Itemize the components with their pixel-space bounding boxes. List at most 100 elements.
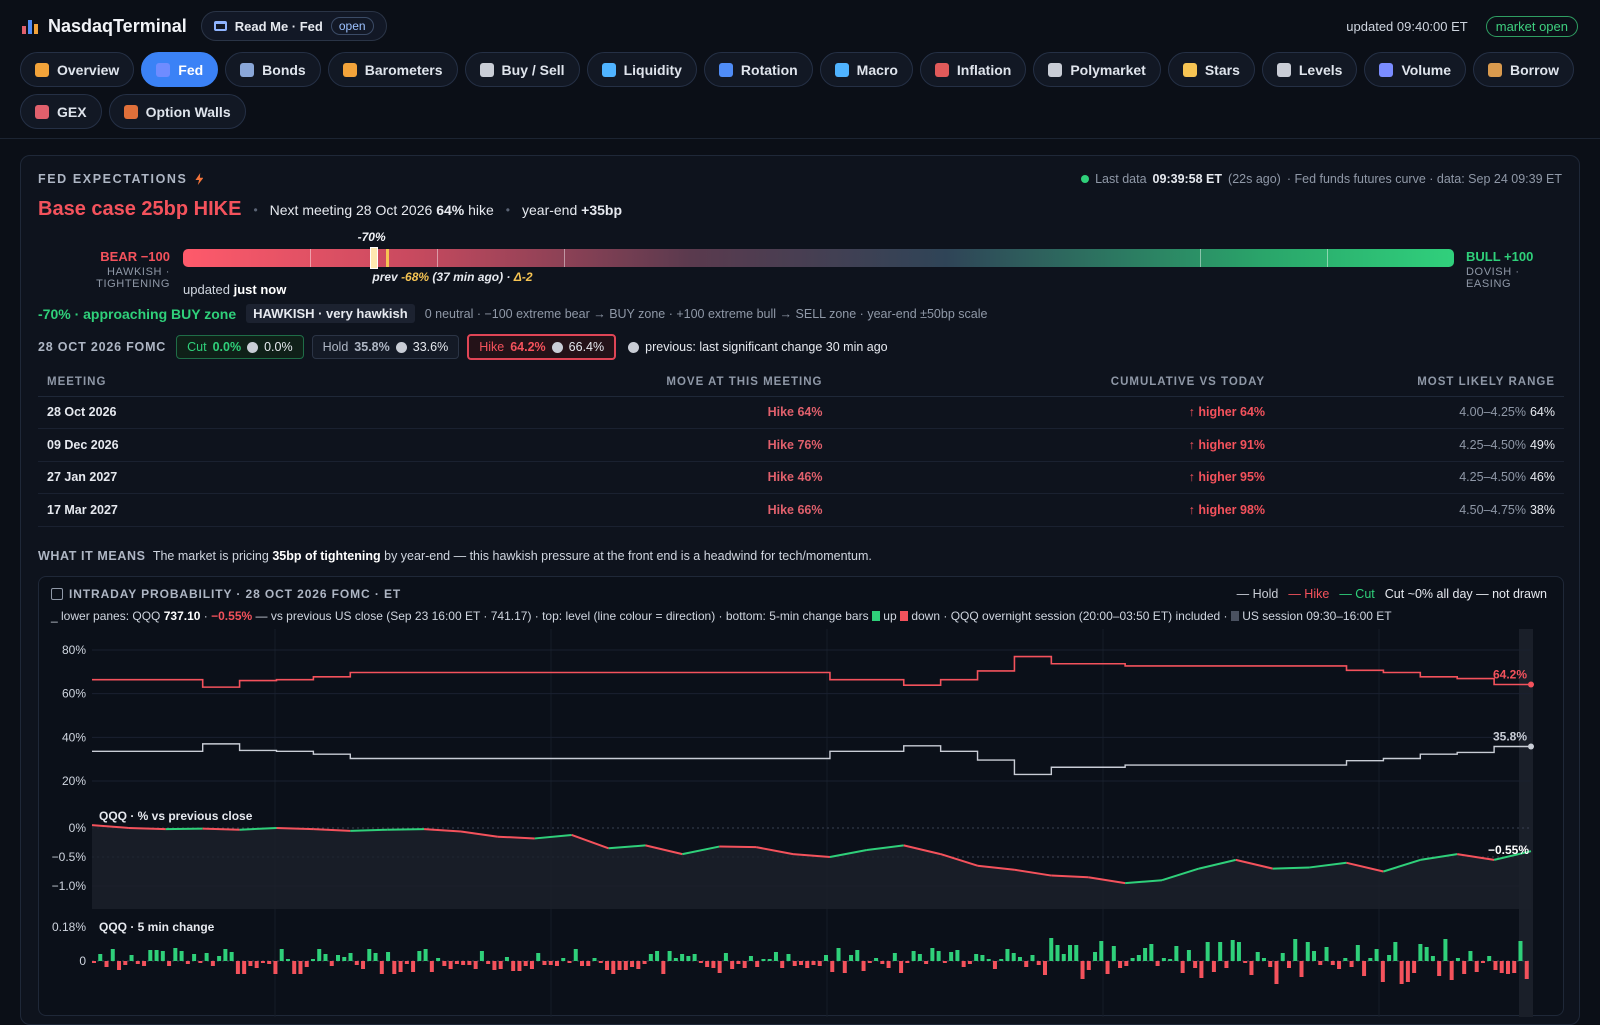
qqq-change-bar <box>798 961 803 965</box>
tab-inflation[interactable]: Inflation <box>919 52 1027 87</box>
row-range-value: 4.00–4.25% <box>1459 405 1526 420</box>
col-cumulative[interactable]: CUMULATIVE VS TODAY <box>831 369 1275 397</box>
gauge-tick <box>1199 249 1201 267</box>
gauge-prev-delta: Δ-2 <box>513 270 533 284</box>
qqq-change-bar <box>554 961 559 966</box>
qqq-change-bar <box>1036 961 1041 965</box>
means-post: by year-end — this hawkish pressure at t… <box>384 549 872 563</box>
qqq-change-bar <box>398 961 403 972</box>
qqq-change-bar <box>1524 961 1529 979</box>
qqq-change-bar <box>792 961 797 966</box>
hike-label: Hike <box>479 340 505 354</box>
hike-prev: 66.4% <box>568 340 605 354</box>
qqq-change-bar <box>198 961 203 963</box>
last-data-label: Last data <box>1095 172 1147 186</box>
qqq-change-bar <box>1455 958 1460 961</box>
qqq-change-bar <box>830 961 835 972</box>
hike-chip[interactable]: Hike 64.2% 66.4% <box>467 334 617 360</box>
bar-chart-icon <box>22 18 40 34</box>
year-end-label: year-end <box>522 201 578 218</box>
cut-chip[interactable]: Cut 0.0% 0.0% <box>176 335 304 359</box>
tab-option-walls[interactable]: Option Walls <box>108 94 246 129</box>
tab-barometers[interactable]: Barometers <box>327 52 458 87</box>
readme-open-badge: open <box>330 17 374 35</box>
table-row[interactable]: 27 Jan 2027 Hike 46% ↑ higher 95% 4.25–4.50… <box>38 461 1564 494</box>
next-meeting-move: hike <box>468 201 494 218</box>
sub-pre: _ lower panes: QQQ <box>51 609 161 623</box>
qqq-change-bar <box>817 961 822 966</box>
tab-overview[interactable]: Overview <box>20 52 135 87</box>
qqq-change-bar <box>1268 961 1273 967</box>
tab-gex[interactable]: GEX <box>20 94 102 129</box>
col-move[interactable]: MOVE AT THIS MEETING <box>648 369 832 397</box>
qqq-change-bar <box>504 957 509 961</box>
tab-borrow[interactable]: Borrow <box>1472 52 1574 87</box>
qqq-change-bar <box>342 957 347 961</box>
chart-canvas[interactable]: 80% 60% 40% 20% 64.2% 35.8% 0% −0.5% −1.0% QQQ · … <box>39 629 1563 1017</box>
moon-icon <box>628 341 640 353</box>
tab-volume[interactable]: Volume <box>1364 52 1466 87</box>
qqq-change-bar <box>1049 938 1054 961</box>
qqq-change-bar <box>1399 961 1404 984</box>
qqq-change-bar <box>1330 961 1335 965</box>
qqq-change-bar <box>1286 961 1291 968</box>
tab-fed[interactable]: Fed <box>141 52 219 87</box>
qqq-change-bar <box>135 961 140 964</box>
qqq-change-bar <box>379 961 384 974</box>
qqq-change-bar <box>648 954 653 961</box>
col-meeting[interactable]: MEETING <box>38 369 649 397</box>
fed-expectations-panel: FED EXPECTATIONS Last data 09:39:58 ET (… <box>20 155 1580 1025</box>
bear-label: BEAR −100 <box>100 249 170 264</box>
tab-label: Levels <box>1298 61 1343 78</box>
qqq-change-bar <box>742 961 747 968</box>
qqq-change-bar <box>536 953 541 961</box>
legend-hold[interactable]: — Hold <box>1237 587 1279 601</box>
tab-liquidity[interactable]: Liquidity <box>586 52 697 87</box>
table-row[interactable]: 17 Mar 2027 Hike 66% ↑ higher 98% 4.50–4.75… <box>38 493 1564 527</box>
tab-bonds[interactable]: Bonds <box>225 52 321 87</box>
qqq-change-bar <box>892 953 897 961</box>
qqq-change-bar <box>204 953 209 961</box>
y-tick-label: 40% <box>62 730 86 744</box>
hike-end-dot <box>1528 681 1534 688</box>
qqq-change-bar <box>317 949 322 961</box>
row-range: 4.50–4.75% 38% <box>1274 493 1564 527</box>
qqq-change-bar <box>730 961 735 969</box>
app-brand[interactable]: NasdaqTerminal <box>22 16 187 37</box>
qqq-change-bar <box>304 961 309 967</box>
col-range[interactable]: MOST LIKELY RANGE <box>1274 369 1564 397</box>
row-meeting: 28 Oct 2026 <box>38 396 649 429</box>
qqq-change-bar <box>1355 945 1360 961</box>
sub-tail: · QQQ overnight session (20:00–03:50 ET)… <box>943 609 1228 623</box>
hold-chip[interactable]: Hold 35.8% 33.6% <box>311 335 460 359</box>
qqq-change-bar <box>1499 961 1504 973</box>
moon-icon <box>551 341 563 353</box>
qqq-change-bar <box>154 950 159 961</box>
legend-cut[interactable]: — Cut <box>1339 587 1374 601</box>
qqq-change-bar <box>1318 961 1323 965</box>
sub-down: down <box>911 609 941 623</box>
tab-macro[interactable]: Macro <box>819 52 913 87</box>
last-data-time: 09:39:58 ET <box>1152 172 1223 186</box>
qqq-change-bar <box>780 961 785 968</box>
qqq-change-bar <box>1243 961 1248 963</box>
tab-stars[interactable]: Stars <box>1167 52 1255 87</box>
qqq-change-bar <box>1462 961 1467 974</box>
row-range-pct: 38% <box>1529 502 1555 517</box>
base-case: Base case 25bp HIKE <box>38 198 242 220</box>
hike-pct: 64.2% <box>510 340 546 354</box>
tab-rotation[interactable]: Rotation <box>703 52 813 87</box>
hold-end-label: 35.8% <box>1493 730 1527 744</box>
tab-buy-sell[interactable]: Buy / Sell <box>464 52 580 87</box>
legend-hike[interactable]: — Hike <box>1288 587 1329 601</box>
app-title: NasdaqTerminal <box>48 15 187 36</box>
qqq-change-bar <box>104 961 109 967</box>
tab-polymarket[interactable]: Polymarket <box>1033 52 1161 87</box>
table-row[interactable]: 28 Oct 2026 Hike 64% ↑ higher 64% 4.00–4.25… <box>38 396 1564 429</box>
table-row[interactable]: 09 Dec 2026 Hike 76% ↑ higher 91% 4.25–4.50… <box>38 428 1564 462</box>
tab-levels[interactable]: Levels <box>1261 52 1358 87</box>
readme-button[interactable]: Read Me · Fed open <box>200 11 387 41</box>
tab-label: Borrow <box>1509 61 1559 78</box>
table-header-row: MEETING MOVE AT THIS MEETING CUMULATIVE … <box>38 369 1564 397</box>
y-tick-label: 60% <box>62 687 86 701</box>
